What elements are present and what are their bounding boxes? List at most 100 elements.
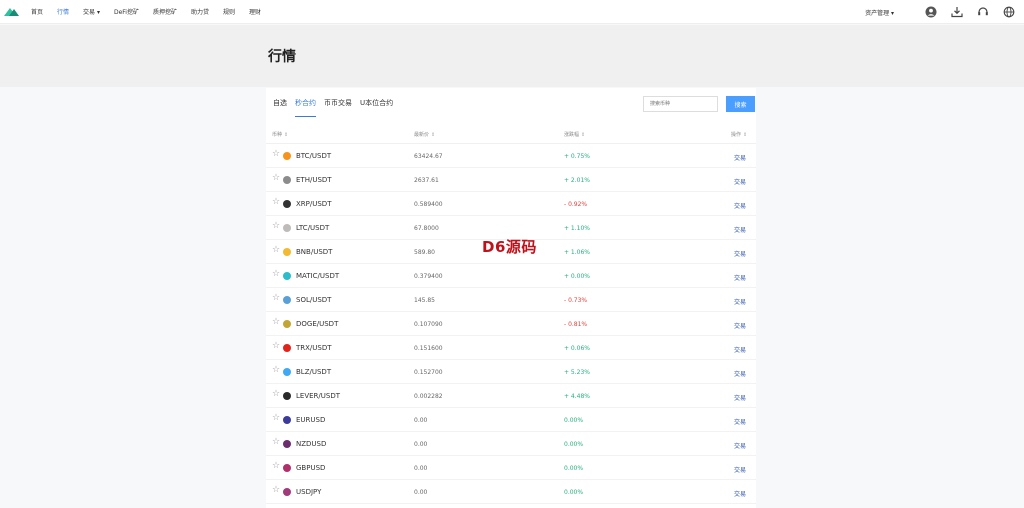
xrp-icon bbox=[283, 200, 291, 208]
table-row[interactable]: ☆ BLZ/USDT 0.152700 + 5.23% 交易 bbox=[266, 360, 756, 384]
tab-0[interactable]: 自选 bbox=[273, 98, 287, 117]
table-row[interactable]: ☆ MATIC/USDT 0.379400 + 0.00% 交易 bbox=[266, 264, 756, 288]
market-panel: 自选秒合约币币交易 U本位合约 搜索 币种⇕ 最新价⇕ 涨跌幅⇕ 操作⇕ ☆ BTC… bbox=[266, 88, 756, 508]
pair-symbol[interactable]: BLZ/USDT bbox=[296, 368, 331, 376]
logo-icon[interactable] bbox=[4, 6, 19, 18]
favorite-star-icon[interactable]: ☆ bbox=[272, 342, 280, 351]
trade-link[interactable]: 交易 bbox=[734, 273, 746, 282]
nav-item-3[interactable]: DeFi挖矿 bbox=[114, 7, 139, 16]
price-change: - 0.73% bbox=[564, 297, 588, 304]
trade-link[interactable]: 交易 bbox=[734, 177, 746, 186]
nav-item-4[interactable]: 质押挖矿 bbox=[153, 7, 177, 16]
pair-symbol[interactable]: SOL/USDT bbox=[296, 296, 331, 304]
nav-item-6[interactable]: 规则 bbox=[223, 7, 235, 16]
globe-icon[interactable] bbox=[1002, 5, 1016, 19]
pair-symbol[interactable]: LTC/USDT bbox=[296, 224, 329, 232]
price-change: - 0.81% bbox=[564, 321, 588, 328]
table-row[interactable]: ☆ TRX/USDT 0.151600 + 0.06% 交易 bbox=[266, 336, 756, 360]
trade-link[interactable]: 交易 bbox=[734, 369, 746, 378]
trade-link[interactable]: 交易 bbox=[734, 465, 746, 474]
last-price: 67.8000 bbox=[414, 225, 439, 232]
trade-link[interactable]: 交易 bbox=[734, 225, 746, 234]
sort-icon: ⇕ bbox=[284, 132, 289, 138]
price-change: 0.00% bbox=[564, 465, 584, 472]
pair-symbol[interactable]: BNB/USDT bbox=[296, 248, 332, 256]
pair-symbol[interactable]: TRX/USDT bbox=[296, 344, 332, 352]
favorite-star-icon[interactable]: ☆ bbox=[272, 270, 280, 279]
favorite-star-icon[interactable]: ☆ bbox=[272, 438, 280, 447]
favorite-star-icon[interactable]: ☆ bbox=[272, 390, 280, 399]
download-icon[interactable] bbox=[950, 5, 964, 19]
header-pair[interactable]: 币种 ⇕ bbox=[272, 131, 288, 138]
sort-icon: ⇕ bbox=[581, 132, 586, 138]
favorite-star-icon[interactable]: ☆ bbox=[272, 174, 280, 183]
tab-2[interactable]: 币币交易 bbox=[324, 98, 352, 117]
trade-link[interactable]: 交易 bbox=[734, 153, 746, 162]
pair-symbol[interactable]: MATIC/USDT bbox=[296, 272, 339, 280]
table-row[interactable]: ☆ EURUSD 0.00 0.00% 交易 bbox=[266, 408, 756, 432]
favorite-star-icon[interactable]: ☆ bbox=[272, 294, 280, 303]
pair-symbol[interactable]: DOGE/USDT bbox=[296, 320, 338, 328]
nav-item-5[interactable]: 助力贷 bbox=[191, 7, 209, 16]
user-icon[interactable] bbox=[924, 5, 938, 19]
market-table-body: ☆ BTC/USDT 63424.67 + 0.75% 交易 ☆ ETH/USDT 2637.… bbox=[266, 144, 756, 504]
pair-symbol[interactable]: EURUSD bbox=[296, 416, 325, 424]
pair-symbol[interactable]: GBPUSD bbox=[296, 464, 325, 472]
table-row[interactable]: ☆ DOGE/USDT 0.107090 - 0.81% 交易 bbox=[266, 312, 756, 336]
header-action[interactable]: 操作 ⇕ bbox=[731, 131, 747, 138]
trade-link[interactable]: 交易 bbox=[734, 393, 746, 402]
headset-icon[interactable] bbox=[976, 5, 990, 19]
nav-item-2[interactable]: 交易 ▾ bbox=[83, 7, 100, 16]
favorite-star-icon[interactable]: ☆ bbox=[272, 462, 280, 471]
favorite-star-icon[interactable]: ☆ bbox=[272, 366, 280, 375]
favorite-star-icon[interactable]: ☆ bbox=[272, 198, 280, 207]
price-change: 0.00% bbox=[564, 441, 584, 448]
trade-link[interactable]: 交易 bbox=[734, 201, 746, 210]
nav-item-1[interactable]: 行情 bbox=[57, 7, 69, 16]
trade-link[interactable]: 交易 bbox=[734, 321, 746, 330]
trade-link[interactable]: 交易 bbox=[734, 297, 746, 306]
table-row[interactable]: ☆ BTC/USDT 63424.67 + 0.75% 交易 bbox=[266, 144, 756, 168]
pair-symbol[interactable]: XRP/USDT bbox=[296, 200, 331, 208]
price-change: + 0.00% bbox=[564, 273, 590, 280]
price-change: 0.00% bbox=[564, 489, 584, 496]
eur-flag-icon bbox=[283, 416, 291, 424]
favorite-star-icon[interactable]: ☆ bbox=[272, 414, 280, 423]
favorite-star-icon[interactable]: ☆ bbox=[272, 318, 280, 327]
table-row[interactable]: ☆ GBPUSD 0.00 0.00% 交易 bbox=[266, 456, 756, 480]
asset-management-menu[interactable]: 资产管理 ▾ bbox=[865, 8, 894, 17]
search-input[interactable] bbox=[643, 96, 718, 112]
pair-symbol[interactable]: ETH/USDT bbox=[296, 176, 332, 184]
tab-1[interactable]: 秒合约 bbox=[295, 98, 316, 117]
table-row[interactable]: ☆ LEVER/USDT 0.002282 + 4.48% 交易 bbox=[266, 384, 756, 408]
table-row[interactable]: ☆ SOL/USDT 145.85 - 0.73% 交易 bbox=[266, 288, 756, 312]
header-price[interactable]: 最新价 ⇕ bbox=[414, 131, 435, 138]
header-change[interactable]: 涨跌幅 ⇕ bbox=[564, 131, 585, 138]
trade-link[interactable]: 交易 bbox=[734, 249, 746, 258]
price-change: + 2.01% bbox=[564, 177, 590, 184]
pair-symbol[interactable]: BTC/USDT bbox=[296, 152, 331, 160]
trade-link[interactable]: 交易 bbox=[734, 441, 746, 450]
jpy-flag-icon bbox=[283, 488, 291, 496]
favorite-star-icon[interactable]: ☆ bbox=[272, 486, 280, 495]
trade-link[interactable]: 交易 bbox=[734, 489, 746, 498]
matic-icon bbox=[283, 272, 291, 280]
trade-link[interactable]: 交易 bbox=[734, 417, 746, 426]
pair-symbol[interactable]: LEVER/USDT bbox=[296, 392, 340, 400]
pair-symbol[interactable]: NZDUSD bbox=[296, 440, 326, 448]
trade-link[interactable]: 交易 bbox=[734, 345, 746, 354]
nav-item-7[interactable]: 理财 bbox=[249, 7, 261, 16]
table-row[interactable]: ☆ ETH/USDT 2637.61 + 2.01% 交易 bbox=[266, 168, 756, 192]
table-row[interactable]: ☆ XRP/USDT 0.589400 - 0.92% 交易 bbox=[266, 192, 756, 216]
pair-symbol[interactable]: USDJPY bbox=[296, 488, 321, 496]
search-button[interactable]: 搜索 bbox=[726, 96, 755, 112]
tab-3[interactable]: U本位合约 bbox=[360, 98, 393, 117]
favorite-star-icon[interactable]: ☆ bbox=[272, 222, 280, 231]
favorite-star-icon[interactable]: ☆ bbox=[272, 150, 280, 159]
sort-icon: ⇕ bbox=[431, 132, 436, 138]
table-row[interactable]: ☆ NZDUSD 0.00 0.00% 交易 bbox=[266, 432, 756, 456]
favorite-star-icon[interactable]: ☆ bbox=[272, 246, 280, 255]
price-change: + 0.06% bbox=[564, 345, 590, 352]
nav-item-0[interactable]: 首页 bbox=[31, 7, 43, 16]
table-row[interactable]: ☆ USDJPY 0.00 0.00% 交易 bbox=[266, 480, 756, 504]
